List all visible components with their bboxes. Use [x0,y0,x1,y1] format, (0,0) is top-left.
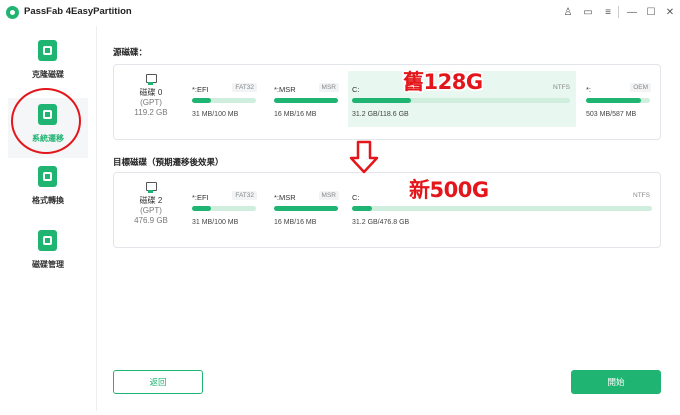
partition-c: C: NTFS 31.2 GB/476.8 GB [348,179,656,235]
partition-usage-bar [352,98,570,103]
down-arrow-icon [349,140,379,174]
clone-disk-icon [38,40,57,61]
partition-oem: *: OEM 503 MB/587 MB [582,71,654,127]
partition-usage-bar [192,206,256,211]
partition-size: 31.2 GB/476.8 GB [352,219,410,226]
usage-fill [274,206,338,211]
source-disk-card: 磁碟 0 (GPT) 119.2 GB *:EFI FAT32 31 MB/10… [113,64,661,140]
source-disk-label: 源磁碟： [113,47,148,57]
sidebar-item-clone-disk[interactable]: 克隆磁碟 [8,34,88,94]
partition-usage-bar [352,206,652,211]
disk-name: 磁碟 0 [139,88,163,97]
disk-size: 476.9 GB [134,216,168,225]
sidebar-item-label: 格式轉換 [32,196,64,205]
partition-fs-badge: MSR [318,191,339,200]
feedback-icon[interactable]: ▭ [580,3,596,21]
partition-name: *:EFI [192,193,209,202]
partition-size: 31.2 GB/118.6 GB [352,111,409,118]
sidebar-item-label: 磁碟管理 [32,260,64,269]
usage-fill [274,98,338,103]
title-separator [618,6,619,18]
app-logo-icon [6,6,19,19]
target-disk-label: 目標磁碟（預期遷移後效果） [113,157,224,167]
partition-size: 31 MB/100 MB [192,219,239,226]
partition-size: 16 MB/16 MB [274,219,317,226]
partition-msr: *:MSR MSR 16 MB/16 MB [270,179,342,235]
back-button[interactable]: 返回 [113,370,203,394]
partition-fs-badge: FAT32 [232,83,257,92]
usage-fill [586,98,642,103]
partition-name: *: [586,85,592,94]
sidebar: 克隆磁碟 系統遷移 格式轉換 磁碟管理 [0,26,96,415]
start-button[interactable]: 開始 [571,370,661,394]
disk-management-icon [38,230,57,251]
annotation-new-size: 新500G [409,178,489,202]
partition-efi: *:EFI FAT32 31 MB/100 MB [188,71,260,127]
close-button[interactable]: ✕ [662,3,678,21]
partition-fs-badge: NTFS [553,84,570,91]
partition-fs-badge: NTFS [633,192,650,199]
partition-name: *:MSR [274,193,296,202]
minimize-button[interactable]: — [624,3,640,21]
source-disk-info: 磁碟 0 (GPT) 119.2 GB [114,73,188,118]
partition-efi: *:EFI FAT32 31 MB/100 MB [188,179,260,235]
maximize-button[interactable]: ☐ [643,3,659,21]
usage-fill [352,98,411,103]
disk-icon [145,181,157,194]
partition-name: C: [352,85,360,94]
disk-icon [145,73,157,86]
sidebar-item-format-convert[interactable]: 格式轉換 [8,160,88,220]
partition-fs-badge: MSR [318,83,339,92]
partition-fs-badge: OEM [630,83,651,92]
disk-type: (GPT) [140,206,162,215]
partition-size: 31 MB/100 MB [192,111,239,118]
target-disk-card: 磁碟 2 (GPT) 476.9 GB *:EFI FAT32 31 MB/10… [113,172,661,248]
partition-fs-badge: FAT32 [232,191,257,200]
partition-msr: *:MSR MSR 16 MB/16 MB [270,71,342,127]
sidebar-item-disk-management[interactable]: 磁碟管理 [8,224,88,284]
format-convert-icon [38,166,57,187]
app-title: PassFab 4EasyPartition [24,6,132,17]
annotation-old-size: 舊128G [403,70,483,94]
user-icon[interactable]: ♙ [560,3,576,21]
disk-size: 119.2 GB [134,108,168,117]
usage-fill [192,98,212,103]
partition-name: *:EFI [192,85,209,94]
partition-size: 503 MB/587 MB [586,111,637,118]
partition-usage-bar [274,206,338,211]
sidebar-item-label: 克隆磁碟 [32,70,64,79]
partition-name: C: [352,193,360,202]
disk-name: 磁碟 2 [139,196,163,205]
usage-fill [192,206,212,211]
title-bar: PassFab 4EasyPartition ♙ ▭ ≡ — ☐ ✕ [0,0,680,26]
target-disk-info: 磁碟 2 (GPT) 476.9 GB [114,181,188,226]
disk-type: (GPT) [140,98,162,107]
menu-icon[interactable]: ≡ [600,3,616,21]
highlight-circle [11,88,81,154]
main-panel: 源磁碟： 磁碟 0 (GPT) 119.2 GB *:EFI FAT32 31 … [96,26,676,411]
partition-usage-bar [274,98,338,103]
partition-name: *:MSR [274,85,296,94]
partition-size: 16 MB/16 MB [274,111,317,118]
partition-usage-bar [192,98,256,103]
partition-usage-bar [586,98,650,103]
usage-fill [352,206,372,211]
